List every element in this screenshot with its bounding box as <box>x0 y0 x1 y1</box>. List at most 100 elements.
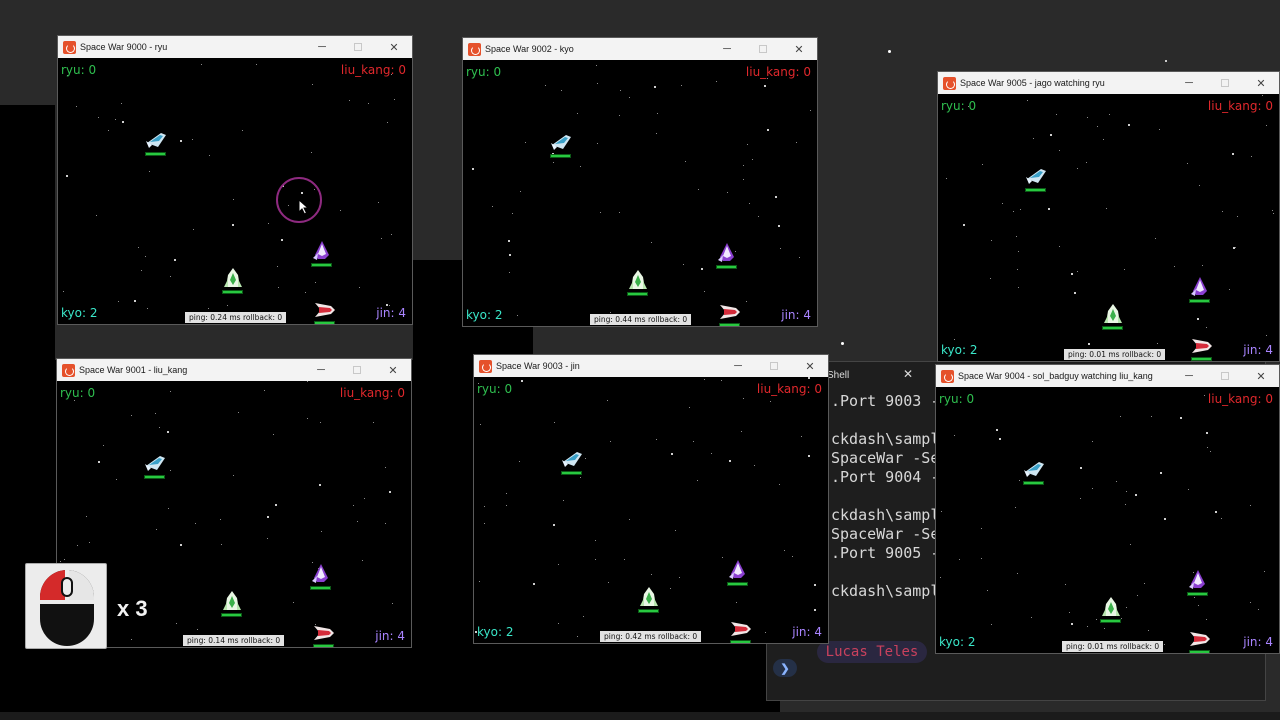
game-window[interactable]: Space War 9004 - sol_badguy watching liu… <box>935 364 1280 654</box>
star <box>221 544 222 545</box>
maximize-button[interactable] <box>339 359 375 381</box>
minimize-button[interactable]: ─ <box>1171 72 1207 94</box>
star <box>595 540 596 541</box>
maximize-icon <box>1221 79 1229 87</box>
game-window[interactable]: Space War 9001 - liu_kang ─ ✕ ryu: 0 liu_kan… <box>56 358 412 648</box>
game-playfield[interactable]: ryu: 0 liu_kang: 0 kyo: 2 jin: 4 ping: 0.01 … <box>938 94 1279 361</box>
game-window[interactable]: Space War 9003 - jin ─ ✕ ryu: 0 liu_kang: 0 k… <box>473 354 829 644</box>
star <box>743 165 744 166</box>
game-playfield[interactable]: ryu: 0 liu_kang: 0 kyo: 2 jin: 4 ping: 0.44 … <box>463 60 817 326</box>
star <box>1059 246 1060 247</box>
window-titlebar[interactable]: Space War 9000 - ryu ─ ✕ <box>58 36 412 58</box>
health-bar <box>1102 326 1123 330</box>
star <box>168 508 169 509</box>
star <box>629 97 630 98</box>
window-titlebar[interactable]: Space War 9003 - jin ─ ✕ <box>474 355 828 377</box>
window-title: Space War 9002 - kyo <box>485 44 574 54</box>
window-titlebar[interactable]: Space War 9001 - liu_kang ─ ✕ <box>57 359 411 381</box>
jin-ship <box>309 563 333 593</box>
star <box>808 455 810 457</box>
star <box>1020 209 1021 210</box>
score-kyo: kyo: 2 <box>466 308 503 322</box>
window-titlebar[interactable]: Space War 9005 - jago watching ryu ─ ✕ <box>938 72 1279 94</box>
star <box>357 521 358 522</box>
terminal-tab-title[interactable]: Shell <box>827 370 849 381</box>
maximize-button[interactable] <box>756 355 792 377</box>
minimize-button[interactable]: ─ <box>709 38 745 60</box>
minimize-button[interactable]: ─ <box>720 355 756 377</box>
star <box>1160 472 1162 474</box>
kyo-ship <box>626 269 650 299</box>
game-window[interactable]: Space War 9000 - ryu ─ ✕ ryu: 0 liu_kang: 0 k… <box>57 35 413 325</box>
star <box>747 144 748 145</box>
star <box>959 559 960 560</box>
game-playfield[interactable]: ryu: 0liu_kang: 0kyo: 2jin: 4ping: 0.14 … <box>57 381 411 647</box>
window-title: Space War 9001 - liu_kang <box>79 365 188 375</box>
close-button[interactable]: ✕ <box>375 359 411 381</box>
star <box>1164 644 1165 645</box>
window-titlebar[interactable]: Space War 9004 - sol_badguy watching liu… <box>936 365 1279 387</box>
close-button[interactable]: ✕ <box>792 355 828 377</box>
star <box>656 133 657 134</box>
star <box>145 256 146 257</box>
star <box>195 523 196 524</box>
window-titlebar[interactable]: Space War 9002 - kyo ─ ✕ <box>463 38 817 60</box>
star <box>1104 628 1105 629</box>
minimize-button[interactable]: ─ <box>1171 365 1207 387</box>
star <box>580 166 581 167</box>
star <box>180 140 182 142</box>
close-button[interactable]: ✕ <box>1243 365 1279 387</box>
star <box>197 629 198 630</box>
game-playfield[interactable]: ryu: 0 liu_kang: 0 kyo: 2 jin: 4 ping: 0.42 … <box>474 377 828 643</box>
close-button[interactable]: ✕ <box>1243 72 1279 94</box>
desktop-star <box>1165 60 1167 62</box>
game-window[interactable]: Space War 9005 - jago watching ryu ─ ✕ ryu:… <box>937 71 1280 362</box>
minimize-button[interactable]: ─ <box>303 359 339 381</box>
maximize-button[interactable] <box>1207 72 1243 94</box>
score-liu-kang: liu_kang: 0 <box>1207 392 1273 406</box>
star <box>192 139 193 140</box>
terminal-close-icon[interactable]: ✕ <box>903 367 913 381</box>
game-window[interactable]: Space War 9002 - kyo ─ ✕ ryu: 0 liu_kang: 0 k… <box>462 37 818 327</box>
star <box>63 291 64 292</box>
star <box>629 519 630 520</box>
close-button[interactable]: ✕ <box>376 36 412 58</box>
star <box>1071 623 1073 625</box>
star <box>1174 266 1175 267</box>
star <box>814 584 816 586</box>
star <box>233 475 234 476</box>
star <box>585 458 586 459</box>
star <box>1017 269 1018 270</box>
star <box>600 212 601 213</box>
close-button[interactable]: ✕ <box>781 38 817 60</box>
star <box>596 65 597 66</box>
star <box>1273 213 1274 214</box>
star <box>954 435 955 436</box>
star <box>340 210 341 211</box>
star <box>954 339 955 340</box>
maximize-button[interactable] <box>1207 365 1243 387</box>
star <box>256 64 257 65</box>
star <box>533 583 535 585</box>
minimize-button[interactable]: ─ <box>304 36 340 58</box>
star <box>74 400 75 401</box>
jin-ship <box>726 559 750 589</box>
star <box>597 83 598 84</box>
liu-kang-ship <box>312 621 336 647</box>
star <box>167 431 169 433</box>
star <box>149 171 150 172</box>
star <box>311 152 312 153</box>
star <box>394 99 395 100</box>
star <box>305 292 306 293</box>
star <box>743 398 744 399</box>
window-title: Space War 9000 - ryu <box>80 42 168 52</box>
maximize-button[interactable] <box>745 38 781 60</box>
star <box>671 453 673 455</box>
star <box>1198 605 1199 606</box>
maximize-button[interactable] <box>340 36 376 58</box>
game-playfield[interactable]: ryu: 0 liu_kang: 0 kyo: 2 jin: 4 ping: 0.24 … <box>58 58 412 324</box>
game-playfield[interactable]: ryu: 0 liu_kang: 0 kyo: 2 jin: 4 ping: 0.01 … <box>936 387 1279 653</box>
app-icon <box>943 76 956 90</box>
star <box>1233 247 1235 249</box>
star <box>651 242 652 243</box>
